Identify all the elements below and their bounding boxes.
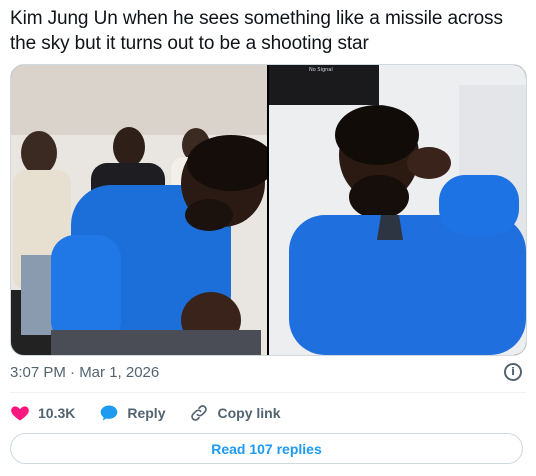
photo-left-illustration (11, 65, 267, 355)
copy-link-button[interactable]: Copy link (189, 403, 281, 423)
speech-bubble-icon (101, 405, 118, 421)
media-photo-left[interactable] (11, 65, 267, 355)
divider (10, 392, 526, 393)
copy-link-label: Copy link (217, 405, 281, 421)
info-icon[interactable]: i (504, 363, 522, 381)
like-count: 10.3K (38, 405, 76, 421)
like-button[interactable]: 10.3K (10, 403, 75, 423)
reply-label: Reply (127, 405, 166, 421)
photo-right-illustration: No Signal (269, 65, 526, 355)
reply-button[interactable]: Reply (99, 403, 165, 423)
action-bar: 10.3K Reply Copy link (10, 402, 305, 424)
tweet-timestamp[interactable]: 3:07 PM · Mar 1, 2026 (10, 364, 159, 381)
media-grid[interactable]: No Signal (10, 64, 527, 356)
tv-text: No Signal (309, 67, 333, 73)
link-icon (191, 405, 208, 421)
heart-icon (11, 406, 29, 421)
media-photo-right[interactable]: No Signal (269, 65, 526, 355)
read-replies-label: Read 107 replies (211, 440, 322, 457)
tweet-text: Kim Jung Un when he sees something like … (10, 8, 503, 54)
read-replies-button[interactable]: Read 107 replies (10, 433, 523, 464)
